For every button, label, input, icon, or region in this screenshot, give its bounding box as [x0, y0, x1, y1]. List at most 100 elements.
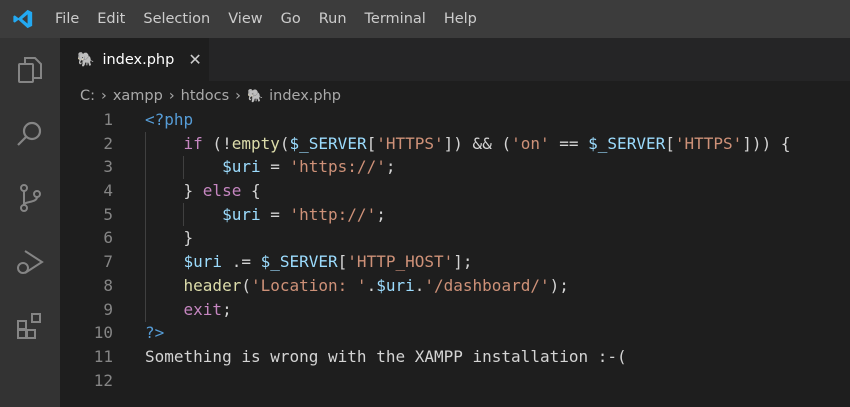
- menu-file[interactable]: File: [46, 11, 88, 27]
- token: Something is wrong with the XAMPP instal…: [145, 346, 627, 366]
- line-number: 9: [103, 299, 113, 319]
- token: [: [337, 252, 348, 272]
- tab-label: index.php: [102, 51, 175, 68]
- token: else: [202, 181, 242, 201]
- breadcrumb-xampp[interactable]: xampp: [113, 88, 163, 104]
- code-line: 8 header('Location: '.$uri.'/dashboard/'…: [60, 274, 850, 298]
- menu-terminal[interactable]: Terminal: [356, 11, 435, 27]
- token: $uri: [183, 252, 223, 272]
- token: empty: [231, 133, 280, 153]
- code-line: 12: [60, 369, 850, 393]
- token: 'HTTP_HOST': [347, 252, 454, 272]
- token: ==: [549, 133, 589, 153]
- code-line: 11 Something is wrong with the XAMPP inst…: [60, 345, 850, 369]
- code-line: 1 <?php: [60, 108, 850, 132]
- code-text: ?>: [145, 321, 164, 345]
- code-line: 3 $uri = 'https://';: [60, 155, 850, 179]
- token: [: [665, 133, 675, 153]
- token: ;: [376, 204, 386, 224]
- chevron-right-icon: ›: [168, 88, 175, 104]
- breadcrumb: C: › xampp › htdocs › 🐘 index.php: [80, 84, 341, 108]
- extensions-icon[interactable]: [0, 294, 60, 358]
- menu-help[interactable]: Help: [435, 11, 486, 27]
- line-number: 5: [103, 204, 113, 224]
- line-number: 7: [103, 252, 113, 272]
- chevron-right-icon: ›: [235, 88, 241, 104]
- token: $_SERVER: [289, 133, 367, 153]
- token: <?php: [145, 110, 194, 129]
- code-line: 7 $uri .= $_SERVER['HTTP_HOST'];: [60, 250, 850, 274]
- run-debug-icon[interactable]: [0, 230, 60, 294]
- token: .=: [222, 252, 261, 272]
- search-icon[interactable]: [0, 102, 60, 166]
- menu-bar: File Edit Selection View Go Run Terminal…: [0, 0, 850, 38]
- menu-edit[interactable]: Edit: [88, 11, 134, 27]
- token: [: [366, 133, 377, 153]
- token: $uri: [222, 157, 261, 177]
- line-number: 12: [93, 370, 113, 390]
- token: $uri: [376, 275, 415, 295]
- token: 'on': [511, 133, 550, 153]
- line-number: 11: [93, 346, 113, 366]
- token: }: [145, 181, 203, 201]
- line-number: 2: [103, 133, 113, 153]
- breadcrumb-htdocs[interactable]: htdocs: [181, 88, 229, 104]
- token: ?>: [145, 323, 165, 343]
- line-number: 6: [103, 228, 113, 248]
- token: ])) {: [742, 133, 791, 153]
- php-elephant-icon: 🐘: [246, 88, 264, 104]
- code-line: 9 exit;: [60, 298, 850, 322]
- token: 'http://': [289, 204, 377, 224]
- token: (: [241, 275, 251, 295]
- vscode-logo-icon: [0, 0, 46, 38]
- activity-bar: [0, 38, 60, 407]
- token: header: [183, 275, 242, 295]
- breadcrumb-file[interactable]: index.php: [269, 88, 341, 104]
- code-text: header('Location: '.$uri.'/dashboard/');: [145, 274, 569, 298]
- source-control-icon[interactable]: [0, 166, 60, 230]
- close-icon[interactable]: ✕: [188, 50, 201, 69]
- token: =: [260, 157, 290, 177]
- line-number: 3: [103, 157, 113, 177]
- token: $uri: [222, 204, 261, 224]
- menu-view[interactable]: View: [219, 11, 271, 27]
- code-editor[interactable]: 1 <?php 2 if (!empty($_SERVER['HTTPS']) &&…: [60, 108, 850, 407]
- token: ;: [222, 299, 232, 319]
- code-line: 5 $uri = 'http://';: [60, 203, 850, 227]
- token: .: [366, 275, 377, 295]
- code-text: } else {: [145, 179, 261, 203]
- code-text: exit;: [145, 298, 232, 322]
- token: exit: [183, 299, 223, 319]
- tab-bar: 🐘 index.php ✕: [60, 38, 850, 81]
- line-number: 4: [103, 181, 113, 201]
- line-number: 8: [103, 275, 113, 295]
- token: 'Location: ': [250, 275, 367, 295]
- token: '/dashboard/': [424, 275, 550, 295]
- code-text: $uri .= $_SERVER['HTTP_HOST'];: [145, 250, 473, 274]
- menu-selection[interactable]: Selection: [134, 11, 219, 27]
- token: if: [183, 133, 203, 153]
- code-line: 2 if (!empty($_SERVER['HTTPS']) && ('on'…: [60, 132, 850, 156]
- menu-run[interactable]: Run: [310, 11, 356, 27]
- php-elephant-icon: 🐘: [77, 51, 95, 68]
- menu-go[interactable]: Go: [272, 11, 310, 27]
- code-text: $uri = 'https://';: [145, 155, 395, 179]
- line-number: 1: [103, 110, 113, 129]
- tab-index-php[interactable]: 🐘 index.php ✕: [60, 38, 209, 81]
- explorer-icon[interactable]: [0, 38, 60, 102]
- breadcrumb-drive[interactable]: C:: [80, 88, 95, 104]
- token: =: [260, 204, 290, 224]
- token: );: [549, 275, 569, 295]
- token: (!: [202, 133, 232, 153]
- token: 'HTTPS': [376, 133, 444, 153]
- token: $_SERVER: [588, 133, 666, 153]
- token: ];: [453, 252, 473, 272]
- chevron-right-icon: ›: [101, 88, 107, 104]
- code-line: 4 } else {: [60, 179, 850, 203]
- code-line: 6 }: [60, 226, 850, 250]
